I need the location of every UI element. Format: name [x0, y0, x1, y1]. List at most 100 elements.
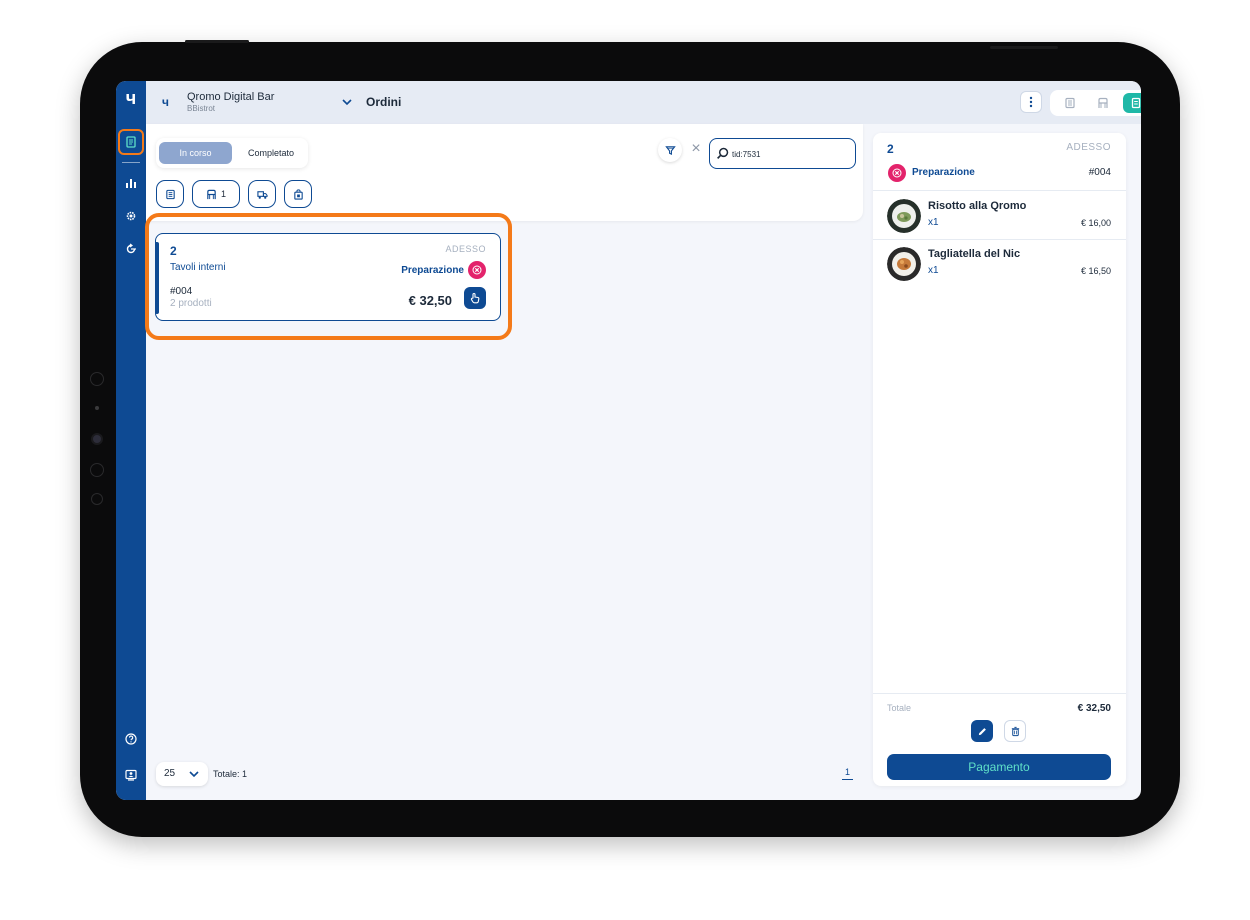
- edit-order-button[interactable]: [971, 720, 993, 742]
- total-value: € 32,50: [1077, 703, 1111, 714]
- detail-status-cancel-button[interactable]: [888, 164, 906, 182]
- venue-subtitle: BBistrot: [187, 104, 216, 113]
- tables-filter-count: 1: [220, 189, 226, 199]
- pencil-icon: [978, 727, 986, 735]
- filter-tables-button[interactable]: 1: [192, 180, 240, 208]
- page-number-link[interactable]: 1: [842, 767, 854, 780]
- order-time: ADESSO: [445, 244, 486, 254]
- settings-nav-button[interactable]: [121, 206, 141, 226]
- menu-book-icon: [165, 189, 175, 199]
- close-circle-icon: [892, 168, 902, 178]
- trash-icon: [1011, 726, 1019, 736]
- detail-table-number: 2: [887, 142, 894, 156]
- analytics-nav-button[interactable]: [121, 173, 141, 193]
- order-total: € 32,50: [408, 293, 452, 308]
- filter-icon: [664, 145, 676, 155]
- divider: [873, 190, 1126, 191]
- search-icon: [717, 147, 729, 159]
- page-size-select[interactable]: 25: [156, 762, 208, 786]
- menu-view-button[interactable]: [1057, 93, 1083, 113]
- hand-pointer-icon: [470, 292, 480, 304]
- bar-chart-icon: [126, 179, 136, 188]
- filter-menu-button[interactable]: [156, 180, 184, 208]
- order-action-button[interactable]: [464, 287, 486, 309]
- search-input[interactable]: [732, 145, 850, 163]
- help-nav-button[interactable]: [121, 729, 141, 749]
- order-status: Preparazione: [401, 265, 464, 276]
- sensor-ring: [91, 493, 103, 505]
- volume-button: [185, 40, 249, 43]
- camera-dot: [95, 406, 99, 410]
- refresh-nav-button[interactable]: [121, 239, 141, 259]
- orders-list-icon: [1132, 97, 1141, 109]
- chevron-down-icon[interactable]: [341, 96, 353, 108]
- account-nav-button[interactable]: [121, 765, 141, 785]
- rail-divider: [122, 162, 140, 163]
- card-accent-bar: [156, 242, 159, 314]
- order-item[interactable]: Risotto alla Qromo x1 € 16,00: [873, 195, 1126, 241]
- filter-panel: In corso Completato × 1: [146, 124, 863, 221]
- delivery-icon: [256, 190, 268, 199]
- app-logo[interactable]: ч: [120, 87, 142, 109]
- close-circle-icon: [472, 265, 482, 275]
- total-label: Totale: [887, 703, 912, 713]
- more-options-button[interactable]: [1020, 91, 1042, 113]
- status-segmented-control: In corso Completato: [156, 138, 308, 168]
- gear-icon: [126, 211, 136, 221]
- filter-delivery-button[interactable]: [248, 180, 276, 208]
- page-size-value: 25: [164, 768, 176, 779]
- delete-order-button[interactable]: [1004, 720, 1026, 742]
- tab-completed[interactable]: Completato: [236, 142, 306, 164]
- top-bar: ч Qromo Digital Bar BBistrot Ordini: [146, 81, 1141, 124]
- page-title: Ordini: [366, 95, 402, 109]
- camera-lens: [91, 433, 103, 445]
- order-code: #004: [170, 286, 193, 297]
- detail-time: ADESSO: [1066, 142, 1111, 153]
- order-detail-panel: 2 ADESSO Preparazione #004 Risotto alla …: [873, 133, 1126, 786]
- account-icon: [125, 769, 137, 781]
- orders-nav-button[interactable]: [118, 129, 144, 155]
- item-price: € 16,50: [1080, 266, 1111, 276]
- total-count: Totale: 1: [213, 769, 248, 779]
- item-name: Risotto alla Qromo: [928, 200, 1027, 212]
- search-box: [709, 138, 856, 169]
- order-area: Tavoli interni: [170, 262, 226, 273]
- status-cancel-button[interactable]: [468, 261, 486, 279]
- orders-view-button[interactable]: [1123, 93, 1141, 113]
- venue-name[interactable]: Qromo Digital Bar: [187, 91, 274, 103]
- takeaway-bag-icon: [293, 188, 303, 200]
- sensor-ring: [90, 463, 104, 477]
- item-quantity: x1: [928, 265, 939, 276]
- filter-button[interactable]: [658, 138, 682, 162]
- table-icon: [207, 189, 216, 199]
- tab-in-progress[interactable]: In corso: [159, 142, 232, 164]
- order-item[interactable]: Tagliatella del Nic x1 € 16,50: [873, 243, 1126, 289]
- risotto-dish-image: [887, 199, 921, 233]
- venue-logo-icon: ч: [162, 95, 169, 109]
- chevron-down-icon: [189, 771, 199, 778]
- refresh-icon: [126, 243, 136, 254]
- tagliatella-dish-image: [887, 247, 921, 281]
- view-switcher: [1050, 90, 1141, 116]
- menu-book-icon: [1065, 97, 1075, 109]
- power-button: [990, 46, 1058, 49]
- table-icon: [1098, 97, 1108, 108]
- order-card[interactable]: 2 ADESSO Tavoli interni Preparazione #00…: [155, 233, 501, 321]
- order-product-count: 2 prodotti: [170, 298, 212, 309]
- kebab-icon: [1029, 96, 1033, 108]
- tables-view-button[interactable]: [1090, 93, 1116, 113]
- divider: [873, 693, 1126, 694]
- orders-icon: [126, 136, 136, 148]
- payment-button[interactable]: Pagamento: [887, 754, 1111, 780]
- item-quantity: x1: [928, 217, 939, 228]
- detail-order-code: #004: [1088, 167, 1111, 178]
- item-name: Tagliatella del Nic: [928, 248, 1021, 260]
- clear-filter-icon[interactable]: ×: [687, 140, 705, 158]
- side-rail: ч: [116, 81, 146, 800]
- item-price: € 16,00: [1080, 218, 1111, 228]
- order-table-number: 2: [170, 244, 177, 258]
- filter-takeaway-button[interactable]: [284, 180, 312, 208]
- divider: [873, 239, 1126, 240]
- camera-ring: [90, 372, 104, 386]
- detail-status: Preparazione: [912, 167, 975, 178]
